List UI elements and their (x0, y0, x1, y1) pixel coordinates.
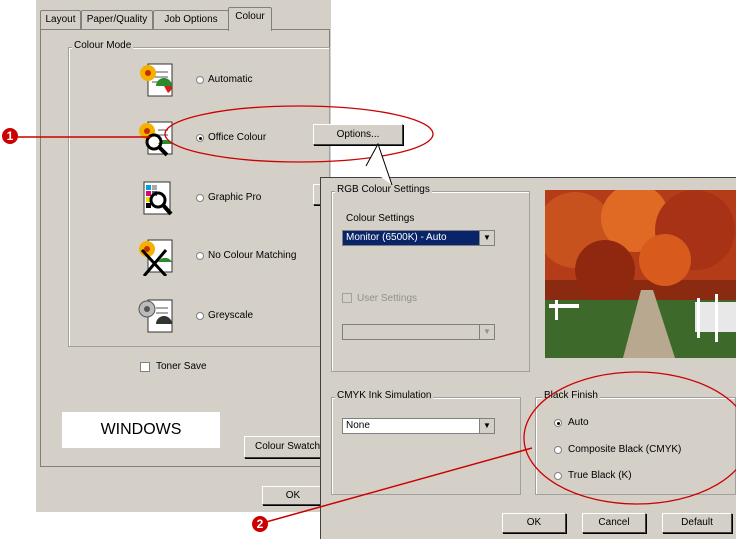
options-pointer-arrow (365, 142, 393, 186)
tab-colour[interactable]: Colour (228, 7, 272, 31)
callout-2-ellipse (523, 371, 736, 505)
callout-2-badge: 2 (252, 516, 268, 532)
annotation-overlay (14, 105, 736, 523)
callout-1-badge: 1 (2, 128, 18, 144)
callout-2-leader-line (265, 447, 533, 523)
callout-1-ellipse (164, 105, 434, 163)
